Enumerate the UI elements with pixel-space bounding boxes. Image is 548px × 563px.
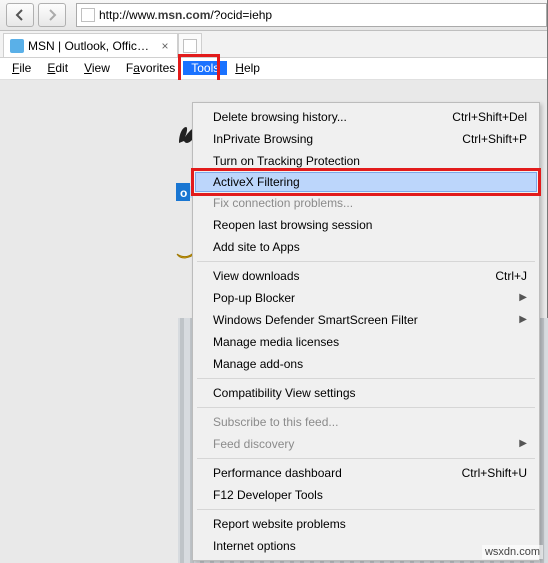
menu-item-label: Fix connection problems... xyxy=(213,192,527,214)
menu-item-activex-filtering[interactable]: ActiveX Filtering xyxy=(195,172,537,192)
menu-item-accelerator: Ctrl+J xyxy=(495,265,527,287)
menu-item-manage-add-ons[interactable]: Manage add-ons xyxy=(195,353,537,375)
menu-favorites[interactable]: Favorites xyxy=(118,58,183,79)
tab-title: MSN | Outlook, Office, Sky... xyxy=(28,39,155,53)
menu-item-label: Report website problems xyxy=(213,513,527,535)
menu-item-label: Feed discovery xyxy=(213,433,513,455)
menu-item-label: View downloads xyxy=(213,265,495,287)
menu-item-delete-browsing-history[interactable]: Delete browsing history...Ctrl+Shift+Del xyxy=(195,106,537,128)
menu-item-fix-connection-problems: Fix connection problems... xyxy=(195,192,537,214)
menu-item-label: Internet options xyxy=(213,535,527,557)
menu-item-add-site-to-apps[interactable]: Add site to Apps xyxy=(195,236,537,258)
menu-tools[interactable]: Tools xyxy=(183,61,227,75)
menu-item-accelerator: Ctrl+Shift+U xyxy=(462,462,527,484)
menu-view[interactable]: View xyxy=(76,58,118,79)
tab-msn[interactable]: MSN | Outlook, Office, Sky... × xyxy=(3,33,178,57)
menu-item-label: Add site to Apps xyxy=(213,236,527,258)
menu-item-inprivate-browsing[interactable]: InPrivate BrowsingCtrl+Shift+P xyxy=(195,128,537,150)
blank-page-icon xyxy=(183,39,197,53)
menu-separator xyxy=(197,261,535,262)
new-tab-button[interactable] xyxy=(178,33,202,57)
tab-bar: MSN | Outlook, Office, Sky... × xyxy=(0,31,547,58)
svg-text:o: o xyxy=(180,186,187,200)
tools-menu: Delete browsing history...Ctrl+Shift+Del… xyxy=(192,102,540,561)
menu-separator xyxy=(197,407,535,408)
menu-item-label: Subscribe to this feed... xyxy=(213,411,527,433)
menu-bar: File Edit View Favorites Tools Help xyxy=(0,58,547,80)
menu-item-subscribe-to-this-feed: Subscribe to this feed... xyxy=(195,411,537,433)
menu-item-label: Manage add-ons xyxy=(213,353,527,375)
menu-item-manage-media-licenses[interactable]: Manage media licenses xyxy=(195,331,537,353)
menu-separator xyxy=(197,458,535,459)
menu-item-pop-up-blocker[interactable]: Pop-up Blocker ▶ xyxy=(195,287,537,309)
menu-item-label: Windows Defender SmartScreen Filter xyxy=(213,309,513,331)
menu-item-accelerator: Ctrl+Shift+P xyxy=(462,128,527,150)
menu-separator xyxy=(197,509,535,510)
menu-item-turn-on-tracking-protection[interactable]: Turn on Tracking Protection xyxy=(195,150,537,172)
menu-help[interactable]: Help xyxy=(227,58,268,79)
menu-separator xyxy=(197,378,535,379)
menu-item-label: Delete browsing history... xyxy=(213,106,452,128)
watermark-wsxdn: wsxdn.com xyxy=(482,545,543,559)
menu-item-label: Turn on Tracking Protection xyxy=(213,150,527,172)
menu-item-performance-dashboard[interactable]: Performance dashboardCtrl+Shift+U xyxy=(195,462,537,484)
menu-item-label: Reopen last browsing session xyxy=(213,214,527,236)
close-tab-button[interactable]: × xyxy=(159,39,171,53)
nav-toolbar: http://www.msn.com/?ocid=iehp xyxy=(0,0,547,31)
menu-item-f12-developer-tools[interactable]: F12 Developer Tools xyxy=(195,484,537,506)
menu-item-feed-discovery: Feed discovery ▶ xyxy=(195,433,537,455)
menu-item-label: Performance dashboard xyxy=(213,462,462,484)
page-icon xyxy=(81,8,95,22)
url-text: http://www.msn.com/?ocid=iehp xyxy=(99,8,272,22)
menu-item-label: Manage media licenses xyxy=(213,331,527,353)
menu-item-reopen-last-browsing-session[interactable]: Reopen last browsing session xyxy=(195,214,537,236)
menu-item-label: F12 Developer Tools xyxy=(213,484,527,506)
submenu-arrow-icon: ▶ xyxy=(519,287,527,309)
menu-edit[interactable]: Edit xyxy=(39,58,76,79)
menu-item-compatibility-view-settings[interactable]: Compatibility View settings xyxy=(195,382,537,404)
menu-item-label: ActiveX Filtering xyxy=(213,172,526,192)
back-button[interactable] xyxy=(6,3,34,27)
menu-item-label: Compatibility View settings xyxy=(213,382,527,404)
menu-item-label: Pop-up Blocker xyxy=(213,287,513,309)
submenu-arrow-icon: ▶ xyxy=(519,433,527,455)
menu-item-report-website-problems[interactable]: Report website problems xyxy=(195,513,537,535)
submenu-arrow-icon: ▶ xyxy=(519,309,527,331)
forward-button[interactable] xyxy=(38,3,66,27)
menu-item-accelerator: Ctrl+Shift+Del xyxy=(452,106,527,128)
address-bar[interactable]: http://www.msn.com/?ocid=iehp xyxy=(76,3,547,27)
menu-item-label: InPrivate Browsing xyxy=(213,128,462,150)
menu-item-windows-defender-smartscreen-filter[interactable]: Windows Defender SmartScreen Filter ▶ xyxy=(195,309,537,331)
msn-favicon xyxy=(10,39,24,53)
menu-item-view-downloads[interactable]: View downloadsCtrl+J xyxy=(195,265,537,287)
menu-file[interactable]: File xyxy=(4,58,39,79)
